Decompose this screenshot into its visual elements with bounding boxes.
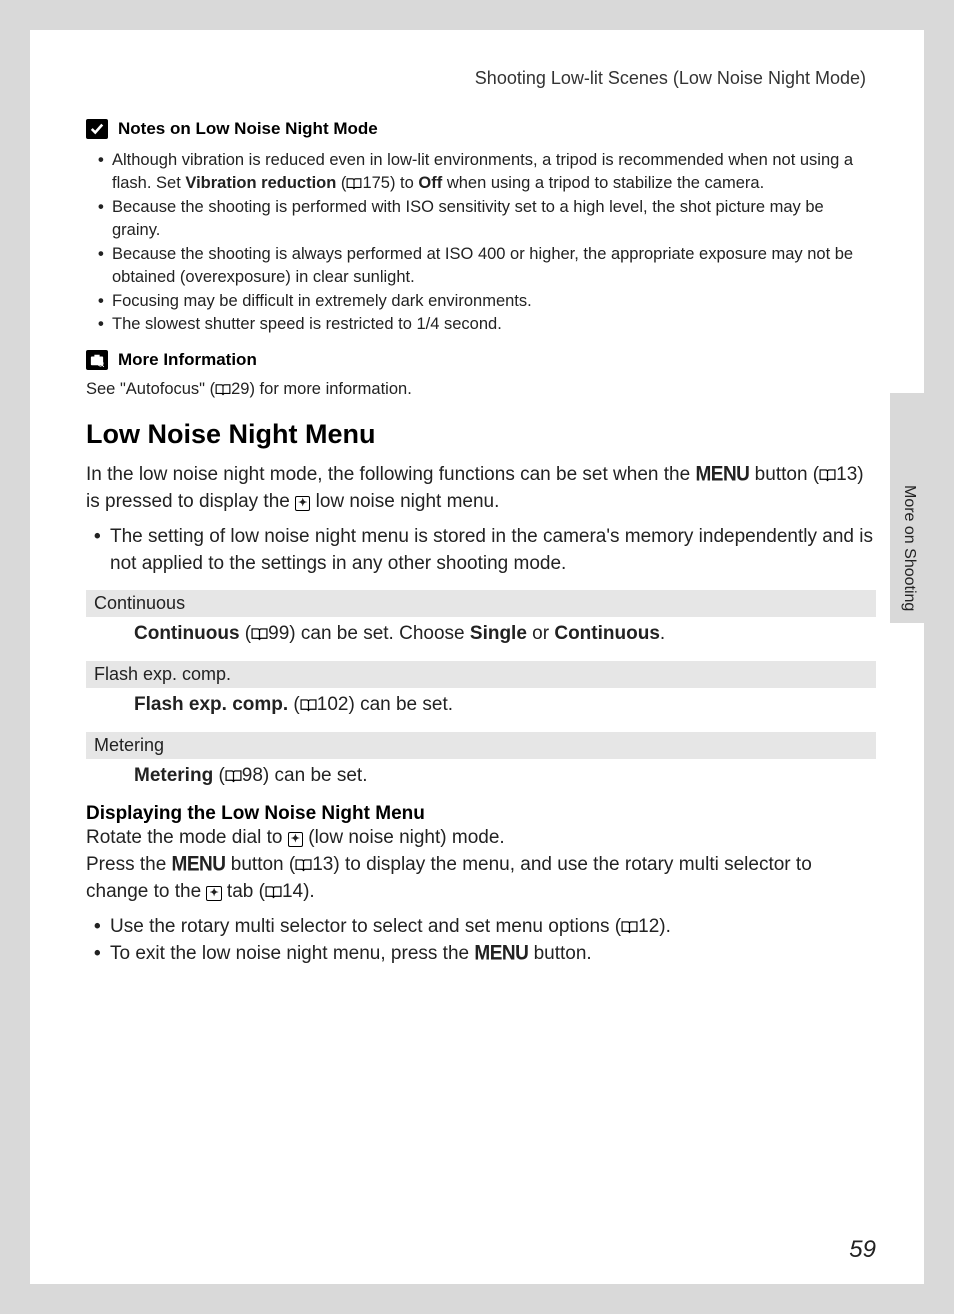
display-bullets: Use the rotary multi selector to select … <box>86 914 876 968</box>
list-item: To exit the low noise night menu, press … <box>94 941 876 968</box>
note-item: Focusing may be difficult in extremely d… <box>98 290 876 313</box>
page-header: Shooting Low-lit Scenes (Low Noise Night… <box>86 68 876 89</box>
menu-label: Metering <box>86 732 876 759</box>
notes-list: Although vibration is reduced even in lo… <box>86 149 876 336</box>
page-number: 59 <box>849 1236 876 1264</box>
note-item: Because the shooting is performed with I… <box>98 196 876 243</box>
book-icon <box>300 699 317 712</box>
mode-icon: ✦ <box>295 496 310 511</box>
camera-search-icon <box>86 350 108 370</box>
menu-continuous: Continuous Continuous (99) can be set. C… <box>86 590 876 655</box>
book-icon <box>225 770 242 783</box>
menu-flash: Flash exp. comp. Flash exp. comp. (102) … <box>86 661 876 726</box>
menu-glyph: MENU <box>172 851 226 881</box>
more-info-text: See "Autofocus" (29) for more informatio… <box>86 380 876 399</box>
book-icon <box>295 859 312 872</box>
note-item: The slowest shutter speed is restricted … <box>98 313 876 336</box>
list-item: Use the rotary multi selector to select … <box>94 914 876 941</box>
book-icon <box>215 384 231 396</box>
notes-heading: Notes on Low Noise Night Mode <box>86 119 876 139</box>
menu-desc: Continuous (99) can be set. Choose Singl… <box>86 617 876 655</box>
section-intro: In the low noise night mode, the followi… <box>86 462 876 516</box>
more-info-heading: More Information <box>86 350 876 370</box>
menu-label: Continuous <box>86 590 876 617</box>
display-heading: Displaying the Low Noise Night Menu <box>86 803 876 825</box>
more-info-block: More Information See "Autofocus" (29) fo… <box>86 350 876 399</box>
book-icon <box>819 469 836 482</box>
note-item: Because the shooting is always performed… <box>98 243 876 290</box>
note-item: Although vibration is reduced even in lo… <box>98 149 876 196</box>
display-line1: Rotate the mode dial to ✦ (low noise nig… <box>86 825 876 852</box>
display-line2: Press the MENU button (13) to display th… <box>86 852 876 906</box>
manual-page: Shooting Low-lit Scenes (Low Noise Night… <box>30 30 924 1284</box>
more-info-title: More Information <box>118 350 257 370</box>
section-heading: Low Noise Night Menu <box>86 419 876 450</box>
section-bullets: The setting of low noise night menu is s… <box>86 524 876 578</box>
menu-metering: Metering Metering (98) can be set. <box>86 732 876 797</box>
book-icon <box>346 178 362 190</box>
book-icon <box>265 886 282 899</box>
book-icon <box>621 921 638 934</box>
check-icon <box>86 119 108 139</box>
notes-title: Notes on Low Noise Night Mode <box>118 119 378 139</box>
book-icon <box>251 628 268 641</box>
menu-desc: Metering (98) can be set. <box>86 759 876 797</box>
notes-block: Notes on Low Noise Night Mode Although v… <box>86 119 876 336</box>
menu-label: Flash exp. comp. <box>86 661 876 688</box>
mode-icon: ✦ <box>288 832 303 847</box>
mode-icon: ✦ <box>206 886 221 901</box>
side-tab-label: More on Shooting <box>900 485 918 611</box>
menu-desc: Flash exp. comp. (102) can be set. <box>86 688 876 726</box>
list-item: The setting of low noise night menu is s… <box>94 524 876 578</box>
menu-glyph: MENU <box>474 940 528 970</box>
menu-glyph: MENU <box>695 461 749 491</box>
